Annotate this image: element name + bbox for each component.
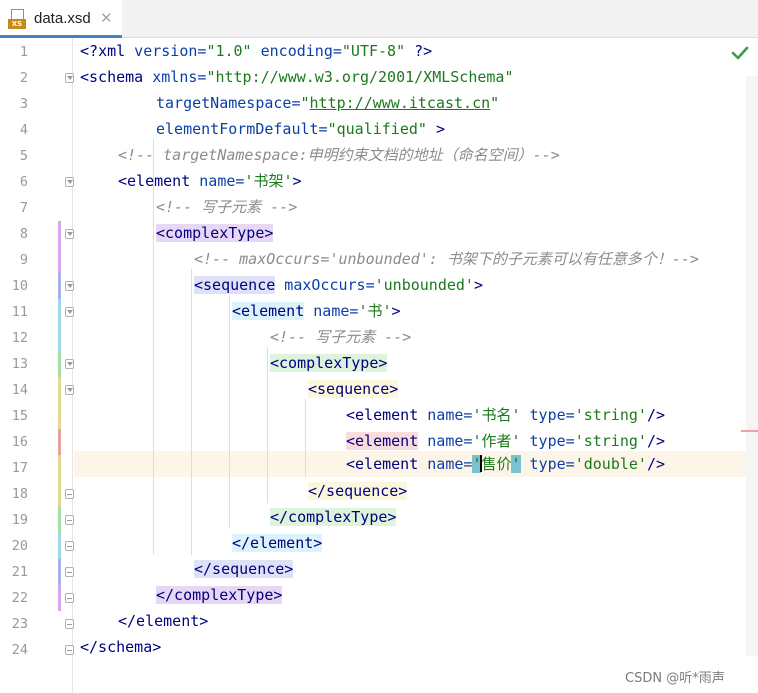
code-line-18: </sequence> xyxy=(308,482,408,500)
line-number: 9 xyxy=(19,252,28,268)
scope-color-bar xyxy=(58,273,61,299)
close-icon[interactable]: ✕ xyxy=(100,9,113,27)
line-number: 10 xyxy=(11,278,28,294)
code-line-19: </complexType> xyxy=(270,508,397,526)
code-line-21: </sequence> xyxy=(194,560,294,578)
fold-open-icon[interactable] xyxy=(65,73,74,83)
line-number: 11 xyxy=(11,304,28,320)
line-number: 17 xyxy=(11,460,28,476)
code-line-13: <complexType> xyxy=(270,354,388,372)
code-line-11: <element name='书'> xyxy=(232,302,401,320)
scope-color-bar xyxy=(58,455,61,507)
code-line-6: <element name='书架'> xyxy=(118,172,302,190)
line-number: 18 xyxy=(11,486,28,502)
fold-close-icon[interactable] xyxy=(65,593,74,603)
code-line-23: </element> xyxy=(118,612,209,630)
scope-color-bar xyxy=(58,221,61,273)
indent-guide xyxy=(191,269,192,555)
fold-close-icon[interactable] xyxy=(65,645,74,655)
code-line-24: </schema> xyxy=(80,638,162,656)
code-line-2: <schema xmlns="http://www.w3.org/2001/XM… xyxy=(80,68,514,86)
scope-color-bar xyxy=(58,351,61,377)
fold-close-icon[interactable] xyxy=(65,619,74,629)
indent-guide xyxy=(229,295,230,529)
code-line-4: elementFormDefault="qualified" > xyxy=(156,120,445,138)
fold-close-icon[interactable] xyxy=(65,515,74,525)
fold-close-icon[interactable] xyxy=(65,541,74,551)
line-number: 20 xyxy=(11,538,28,554)
line-number: 14 xyxy=(11,382,28,398)
line-number: 5 xyxy=(19,148,28,164)
scope-color-bar xyxy=(58,507,61,533)
line-number: 16 xyxy=(11,434,28,450)
watermark: CSDN @听*雨声 xyxy=(625,671,725,686)
code-line-14: <sequence> xyxy=(308,380,399,398)
scope-color-bar xyxy=(58,429,61,455)
xsd-file-icon: XS xyxy=(8,9,26,29)
code-line-17: <element name='售价' type='double'/> xyxy=(346,455,666,473)
scope-color-bar xyxy=(58,299,61,351)
fold-open-icon[interactable] xyxy=(65,281,74,291)
scope-color-bar xyxy=(58,585,61,611)
scope-color-bar xyxy=(58,559,61,585)
code-editor[interactable]: <?xml version="1.0" encoding="UTF-8" ?> … xyxy=(74,38,746,693)
vertical-scrollbar[interactable] xyxy=(746,76,758,656)
code-line-8: <complexType> xyxy=(156,224,274,242)
line-number-gutter: 1 2 3 4 5 6 7 8 9 10 11 12 13 14 15 16 17 18 19 20 21 22 23 24 xyxy=(0,38,74,693)
scope-color-bar xyxy=(58,533,61,559)
fold-open-icon[interactable] xyxy=(65,177,74,187)
tab-data-xsd[interactable]: XS data.xsd ✕ xyxy=(0,0,122,38)
line-number: 2 xyxy=(19,70,28,86)
line-number: 1 xyxy=(19,44,28,60)
code-line-10: <sequence maxOccurs='unbounded'> xyxy=(194,276,483,294)
line-number: 4 xyxy=(19,122,28,138)
fold-open-icon[interactable] xyxy=(65,359,74,369)
code-line-9: <!-- maxOccurs='unbounded': 书架下的子元素可以有任意… xyxy=(194,250,699,268)
indent-guide xyxy=(305,399,306,477)
code-line-22: </complexType> xyxy=(156,586,283,604)
line-number: 24 xyxy=(11,642,28,658)
scope-color-bar xyxy=(58,377,61,429)
line-number: 6 xyxy=(19,174,28,190)
line-number: 13 xyxy=(11,356,28,372)
fold-open-icon[interactable] xyxy=(65,385,74,395)
line-number: 15 xyxy=(11,408,28,424)
line-number: 23 xyxy=(11,616,28,632)
code-line-1: <?xml version="1.0" encoding="UTF-8" ?> xyxy=(80,42,433,60)
code-line-5: <!-- targetNamespace:申明约束文档的地址（命名空间）--> xyxy=(118,146,560,164)
code-line-12: <!-- 写子元素 --> xyxy=(270,328,412,346)
code-line-7: <!-- 写子元素 --> xyxy=(156,198,298,216)
fold-open-icon[interactable] xyxy=(65,307,74,317)
fold-open-icon[interactable] xyxy=(65,229,74,239)
check-icon[interactable] xyxy=(731,45,749,61)
line-number: 21 xyxy=(11,564,28,580)
indent-guide xyxy=(153,139,154,555)
line-number: 12 xyxy=(11,330,28,346)
matched-quote-close: ' xyxy=(511,455,521,473)
fold-close-icon[interactable] xyxy=(65,489,74,499)
indent-guide xyxy=(267,347,268,503)
line-number: 8 xyxy=(19,226,28,242)
code-line-20: </element> xyxy=(232,534,323,552)
line-number: 22 xyxy=(11,590,28,606)
fold-close-icon[interactable] xyxy=(65,567,74,577)
namespace-link[interactable]: http://www.itcast.cn xyxy=(310,94,491,112)
line-number: 7 xyxy=(19,200,28,216)
editor-tab-bar: XS data.xsd ✕ xyxy=(0,0,758,38)
code-line-3: targetNamespace="http://www.itcast.cn" xyxy=(156,94,500,112)
tab-label: data.xsd xyxy=(34,10,91,27)
line-number: 19 xyxy=(11,512,28,528)
error-stripe-marker[interactable] xyxy=(741,430,758,432)
code-line-15: <element name='书名' type='string'/> xyxy=(346,406,665,424)
line-number: 3 xyxy=(19,96,28,112)
